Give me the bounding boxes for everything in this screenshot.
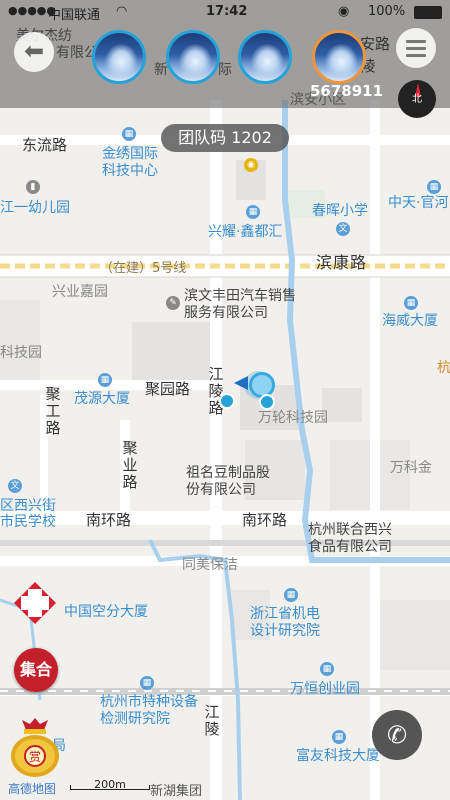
wifi-icon: ◠ (116, 4, 128, 19)
menu-button[interactable] (396, 28, 436, 68)
money-bag-button[interactable]: 赏 (8, 716, 62, 778)
poi-maoyuan: 茂源大厦 (74, 391, 130, 407)
poi-wanlun: 万轮科技园 (258, 410, 328, 426)
poi-xingyao: 兴耀·鑫都汇 (208, 224, 283, 240)
building-icon: ▦ (404, 296, 418, 310)
poi-zuming: 祖名豆制品股份有限公司 (186, 465, 270, 498)
poi-wanheng: 万恒创业园 (290, 681, 360, 697)
road-label-binkang: 滨康路 (316, 253, 368, 272)
money-bag-icon: 赏 (11, 718, 59, 777)
poi-xixing: 区西兴街 (0, 498, 56, 514)
carrier-label: 中国联通 (48, 8, 101, 23)
status-bar: ●●●●● 中国联通 ◠ 17:42 ◉ 100% (0, 0, 450, 24)
poi-fuyou: 富友科技大厦 (296, 748, 380, 764)
poi-chunhui: 春晖小学 (312, 203, 368, 219)
compass-label: 北 (412, 94, 422, 105)
map-view[interactable]: 东流路 滨康路 （在建）5号线 聚园路 南环路 南环路 江陵路 江陵 聚工路 聚… (0, 0, 450, 800)
gather-button[interactable]: 集合 (14, 648, 58, 692)
poi-ji: 际 (218, 62, 232, 78)
back-button[interactable]: ⬅ (14, 32, 54, 72)
poi-tongmei: 同美保洁 (182, 557, 238, 573)
svg-text:赏: 赏 (29, 750, 41, 764)
road-label-jiangling-2: 江陵 (204, 703, 220, 738)
member-location-marker[interactable] (219, 393, 235, 409)
poi-yiyou: 江一幼儿园 (0, 200, 70, 216)
compass-button[interactable]: 北 (398, 80, 436, 118)
first-aid-icon (14, 582, 56, 624)
poi-zhongtian: 中天·官河 (388, 195, 449, 211)
building-icon: ▮ (26, 180, 40, 194)
wrench-icon: ✎ (166, 296, 180, 310)
scale-bar (70, 785, 150, 790)
school-icon: 文 (8, 479, 22, 493)
building-icon: ▦ (332, 730, 346, 744)
poi-xingye: 兴业嘉园 (52, 284, 108, 300)
location-arrow-icon (234, 376, 248, 390)
amap-logo: 高德地图 (8, 782, 57, 796)
member-location-marker[interactable] (259, 394, 275, 410)
road-label-jugong: 聚工路 (45, 385, 61, 437)
member-avatar-1[interactable] (92, 30, 146, 84)
menu-icon-line (406, 54, 426, 57)
building-icon: ▦ (140, 676, 154, 690)
school-icon: 文 (336, 222, 350, 236)
member-avatar-3[interactable] (238, 30, 292, 84)
building-icon: ▦ (122, 127, 136, 141)
poi-jinxiu: 金绣国际科技中心 (102, 146, 158, 179)
poi-binwen: 滨文丰田汽车销售服务有限公司 (184, 288, 296, 321)
clock: 17:42 (206, 4, 248, 19)
menu-icon (406, 40, 426, 43)
poi-wanke: 万科金 (390, 460, 432, 476)
poi-hzlianhe: 杭州联合西兴食品有限公司 (308, 522, 392, 555)
road-label-juye: 聚业路 (122, 439, 138, 491)
poi-hang: 杭 (437, 360, 450, 376)
battery-percent: 100% (368, 4, 406, 19)
poi-haiwei: 海威大厦 (382, 313, 438, 329)
map-scale: 200m (70, 778, 150, 791)
road-label-juyuan: 聚园路 (145, 380, 191, 398)
building-icon: ▦ (284, 588, 298, 602)
poi-kejiyuan: 科技园 (0, 345, 42, 361)
menu-icon-line (406, 47, 426, 50)
poi-shiminxue: 市民学校 (0, 514, 56, 530)
member-phone-text: 5678911 (310, 82, 384, 100)
poi-xinhu: 新湖集团 (150, 784, 203, 799)
back-arrow-icon: ⬅ (23, 37, 45, 65)
poi-zhejiang: 浙江省机电设计研究院 (250, 606, 320, 639)
building-icon: ▦ (246, 205, 260, 219)
road-label-jiangling: 江陵路 (208, 365, 224, 417)
poi-tezhong: 杭州市特种设备检测研究院 (100, 694, 198, 727)
location-status-icon: ◉ (338, 4, 350, 19)
metro-line-label: （在建）5号线 (100, 261, 187, 276)
gas-station-icon: ◉ (244, 158, 258, 172)
road-label-nanhuan-left: 南环路 (86, 511, 132, 529)
building-icon: ▦ (427, 180, 441, 194)
member-avatar-4[interactable] (312, 30, 366, 84)
poi-zhongguo: 中国空分大厦 (64, 604, 148, 620)
building-icon: ▦ (320, 662, 334, 676)
member-avatar-2[interactable] (166, 30, 220, 84)
call-button[interactable]: ✆ (372, 710, 422, 760)
first-aid-button[interactable] (12, 580, 58, 626)
phone-icon: ✆ (386, 721, 408, 749)
poi-xin: 新 (154, 62, 168, 78)
road-label-dongliu: 东流路 (22, 136, 68, 154)
team-code-badge[interactable]: 团队码 1202 (161, 124, 289, 152)
battery-icon (414, 6, 442, 19)
road-label-nanhuan-right: 南环路 (242, 511, 288, 529)
building-icon: ▦ (98, 373, 112, 387)
